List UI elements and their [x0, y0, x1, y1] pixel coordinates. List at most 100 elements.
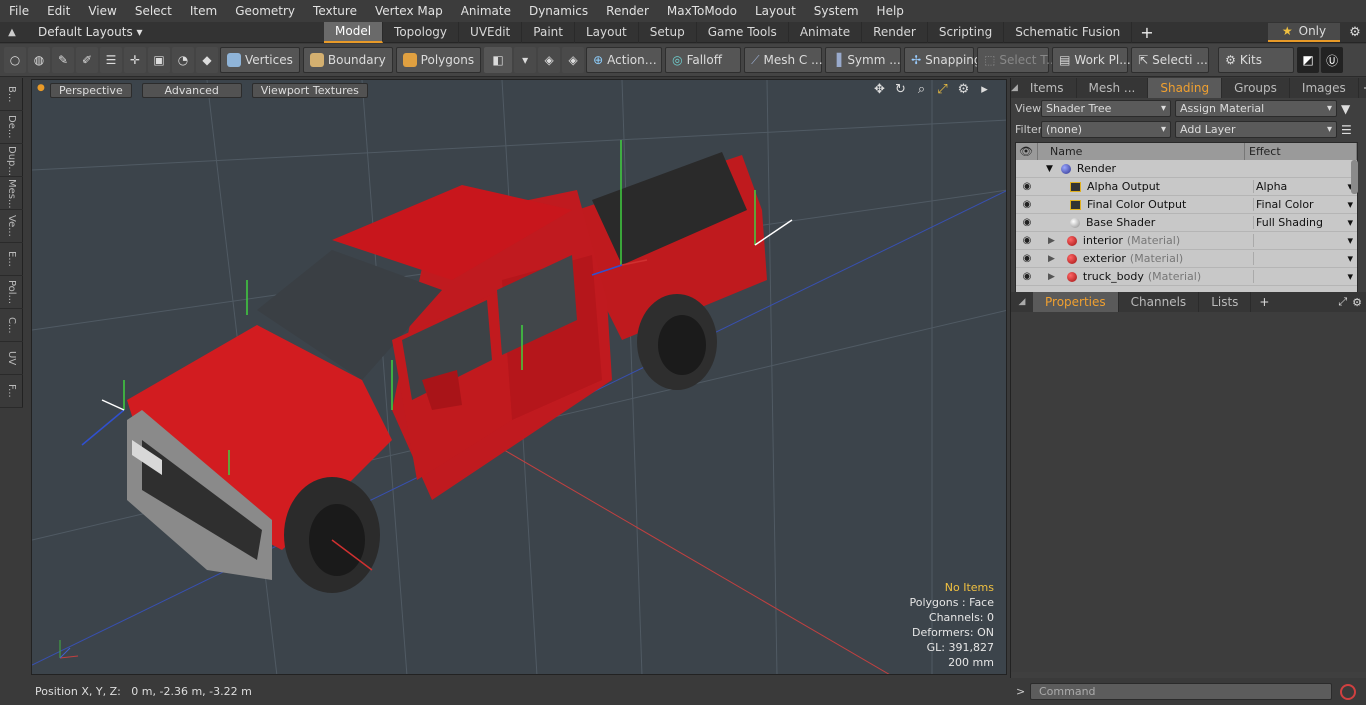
menu-select[interactable]: Select: [126, 0, 181, 22]
command-input[interactable]: Command: [1030, 683, 1332, 700]
menu-vertex-map[interactable]: Vertex Map: [366, 0, 452, 22]
unity-icon[interactable]: ◩: [1297, 47, 1320, 73]
strip-tab-curve[interactable]: C...: [0, 309, 23, 342]
properties-gear-icon[interactable]: ⚙: [1352, 296, 1362, 309]
item-mode-icon[interactable]: ◧: [484, 47, 513, 73]
shader-row-final-color-output[interactable]: ◉ Final Color Output Final Color ▾: [1016, 196, 1357, 214]
center-icon[interactable]: ✛: [124, 47, 146, 73]
zoom-icon[interactable]: ⌕: [914, 82, 929, 97]
visibility-eye-icon[interactable]: ◉: [1016, 271, 1038, 282]
filter-options-icon[interactable]: ☰: [1341, 123, 1357, 137]
assign-material-dropdown[interactable]: Assign Material: [1175, 100, 1337, 117]
3d-viewport[interactable]: ● Perspective Advanced Viewport Textures…: [31, 79, 1007, 675]
tab-animate[interactable]: Animate: [789, 21, 863, 43]
mesh-constraint-button[interactable]: ⟋ Mesh C ...: [744, 47, 823, 73]
expand-triangle-icon[interactable]: ▶: [1048, 236, 1055, 246]
clock-icon[interactable]: ◔: [172, 47, 194, 73]
perspective-dropdown[interactable]: Perspective: [50, 82, 132, 98]
cube-icon[interactable]: ◆: [196, 47, 218, 73]
visibility-eye-icon[interactable]: ◉: [1016, 181, 1038, 192]
collapse-triangle-icon[interactable]: ▼: [1046, 164, 1053, 174]
strip-tab-basic[interactable]: B...: [0, 78, 23, 111]
properties-add-icon[interactable]: +: [1259, 295, 1269, 309]
tab-uvedit[interactable]: UVEdit: [459, 21, 523, 43]
advanced-dropdown[interactable]: Advanced: [141, 82, 242, 98]
tab-model[interactable]: Model: [324, 21, 384, 43]
record-icon[interactable]: [1340, 683, 1356, 700]
tab-scripting[interactable]: Scripting: [928, 21, 1005, 43]
tab-mesh[interactable]: Mesh ...: [1077, 78, 1149, 98]
expand-triangle-icon[interactable]: ▶: [1048, 272, 1055, 282]
viewport-menu-arrow-icon[interactable]: ▸: [977, 82, 992, 97]
shield-alt-icon[interactable]: ◈: [562, 47, 585, 73]
gear-icon[interactable]: ⚙: [1344, 25, 1366, 40]
expand-triangle-icon[interactable]: ▶: [1048, 254, 1055, 264]
strip-tab-fusion[interactable]: F...: [0, 375, 23, 408]
menu-view[interactable]: View: [79, 0, 125, 22]
view-dropdown[interactable]: Shader Tree: [1041, 100, 1171, 117]
row-effect[interactable]: Full Shading ▾: [1253, 216, 1357, 229]
symmetry-button[interactable]: ▐ Symm ...: [825, 47, 902, 73]
boundary-button[interactable]: Boundary: [302, 47, 393, 73]
strip-tab-mesh-edit[interactable]: Mes...: [0, 177, 23, 210]
shader-row-interior[interactable]: ◉ ▶ interior (Material) ▾: [1016, 232, 1357, 250]
row-effect[interactable]: ▾: [1253, 234, 1357, 247]
tab-channels[interactable]: Channels: [1119, 292, 1200, 312]
strip-tab-edge[interactable]: E...: [0, 243, 23, 276]
pen-icon[interactable]: ✎: [52, 47, 74, 73]
menu-item[interactable]: Item: [181, 0, 226, 22]
shield-icon[interactable]: ◈: [538, 47, 561, 73]
action-button[interactable]: ⊕ Action…: [586, 47, 663, 73]
menu-system[interactable]: System: [805, 0, 868, 22]
menu-dynamics[interactable]: Dynamics: [520, 0, 597, 22]
menu-maxtomodo[interactable]: MaxToModo: [658, 0, 746, 22]
menu-geometry[interactable]: Geometry: [226, 0, 304, 22]
up-arrow-icon[interactable]: ▲: [0, 27, 24, 38]
falloff-button[interactable]: ◎ Falloff: [665, 47, 742, 73]
strip-tab-deform[interactable]: De...: [0, 111, 23, 144]
tab-schematic-fusion[interactable]: Schematic Fusion: [1004, 21, 1133, 43]
visibility-eye-icon[interactable]: ◉: [1016, 199, 1038, 210]
add-tab-icon[interactable]: +: [1132, 23, 1161, 42]
tab-setup[interactable]: Setup: [639, 21, 697, 43]
circle-select-icon[interactable]: ○: [4, 47, 26, 73]
menu-render[interactable]: Render: [597, 0, 658, 22]
tab-groups[interactable]: Groups: [1222, 78, 1290, 98]
menu-texture[interactable]: Texture: [304, 0, 366, 22]
tab-items[interactable]: Items: [1018, 78, 1077, 98]
shader-row-base-shader[interactable]: ◉ Base Shader Full Shading ▾: [1016, 214, 1357, 232]
chevron-down-icon[interactable]: ▾: [514, 47, 537, 73]
menu-edit[interactable]: Edit: [38, 0, 79, 22]
menu-help[interactable]: Help: [868, 0, 913, 22]
row-effect[interactable]: Final Color ▾: [1253, 198, 1357, 211]
row-effect[interactable]: ▾: [1253, 252, 1357, 265]
menu-animate[interactable]: Animate: [452, 0, 520, 22]
filter-dropdown[interactable]: (none): [1041, 121, 1171, 138]
tab-topology[interactable]: Topology: [383, 21, 460, 43]
row-effect[interactable]: ▾: [1253, 270, 1357, 283]
tab-game-tools[interactable]: Game Tools: [697, 21, 789, 43]
row-effect[interactable]: Alpha▾: [1253, 180, 1357, 193]
visibility-eye-icon[interactable]: ◉: [1016, 253, 1038, 264]
shader-row-exterior[interactable]: ◉ ▶ exterior (Material) ▾: [1016, 250, 1357, 268]
only-toggle[interactable]: ★ Only: [1268, 22, 1340, 42]
work-plane-button[interactable]: ▤ Work Pl...: [1052, 47, 1131, 73]
menu-file[interactable]: File: [0, 0, 38, 22]
strip-tab-polygon[interactable]: Pol...: [0, 276, 23, 309]
selection-button[interactable]: ⇱ Selecti ...: [1131, 47, 1210, 73]
add-layer-dropdown[interactable]: Add Layer: [1175, 121, 1337, 138]
select-through-button[interactable]: ⬚ Select T...: [977, 47, 1058, 73]
shader-row-alpha-output[interactable]: ◉ Alpha Output Alpha▾: [1016, 178, 1357, 196]
tab-paint[interactable]: Paint: [522, 21, 575, 43]
eye-column-header[interactable]: 👁: [1016, 143, 1038, 160]
shader-tree-scrollbar[interactable]: [1351, 160, 1358, 194]
tab-layout[interactable]: Layout: [575, 21, 639, 43]
unreal-icon[interactable]: Ⓤ: [1321, 47, 1344, 73]
tab-render[interactable]: Render: [862, 21, 928, 43]
shader-row-truck-body[interactable]: ◉ ▶ truck_body (Material) ▾: [1016, 268, 1357, 286]
menu-layout[interactable]: Layout: [746, 0, 805, 22]
viewport-gear-icon[interactable]: ⚙: [956, 82, 971, 97]
tab-shading[interactable]: Shading: [1148, 78, 1223, 98]
viewport-scene[interactable]: [32, 80, 1007, 675]
pan-icon[interactable]: ✥: [872, 82, 887, 97]
